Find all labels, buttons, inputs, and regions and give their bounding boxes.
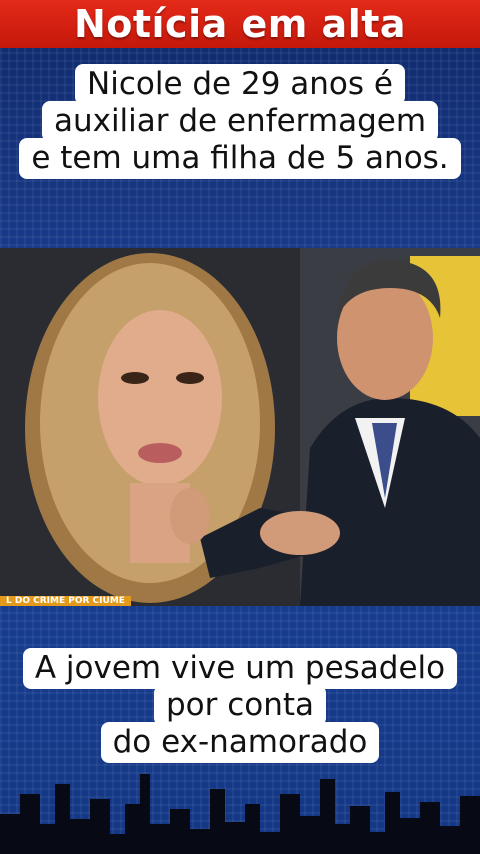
anchor-hand [260,511,340,555]
video-scene [0,248,480,606]
news-ticker: L DO CRIME POR CIÚME [0,596,131,606]
caption-top-line-2: auxiliar de enfermagem [41,101,439,142]
caption-bottom-line-2: por conta [153,685,327,726]
caption-top-line-3: e tem uma filha de 5 anos. [19,138,461,179]
video-frame[interactable]: L DO CRIME POR CIÚME [0,248,480,606]
anchor-hand-pointing [170,488,210,544]
caption-bottom-line-1: A jovem vive um pesadelo [22,648,458,689]
top-banner: Notícia em alta [0,0,480,48]
banner-title: Notícia em alta [73,2,407,46]
woman-eye-right [176,372,204,384]
woman-lips [138,443,182,463]
woman-eye-left [121,372,149,384]
caption-top: Nicole de 29 anos é auxiliar de enfermag… [0,64,480,179]
city-skyline [0,774,480,854]
caption-top-line-1: Nicole de 29 anos é [75,64,405,105]
